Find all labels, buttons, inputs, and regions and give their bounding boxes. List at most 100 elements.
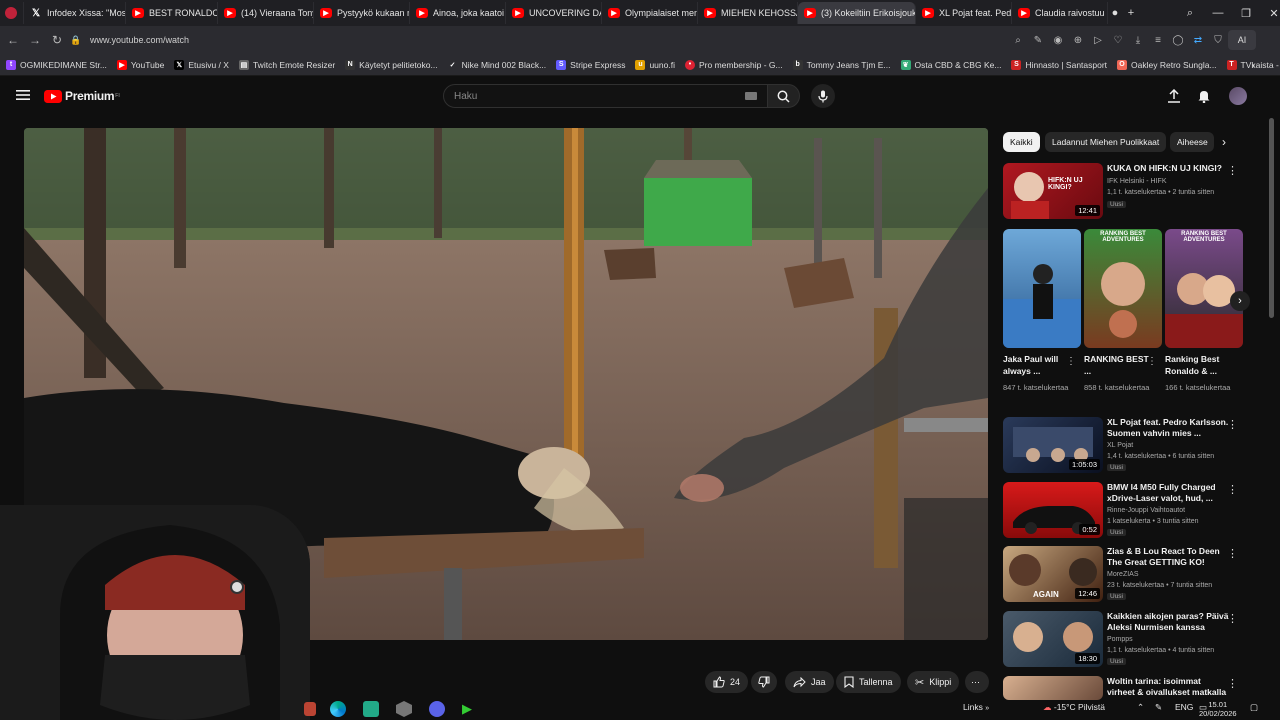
like-button[interactable]: 24 [705,671,749,693]
short-thumbnail[interactable] [1003,229,1081,348]
more-vertical-icon[interactable]: ⋮ [1227,612,1238,625]
bookmark-item[interactable]: b Tommy Jeans Tjm E... [792,59,891,70]
profile-icon[interactable]: ◯ [1168,30,1188,50]
short-title[interactable]: Jaka Paul will always ... [1003,353,1069,377]
bookmark-item[interactable]: ▶ YouTube [116,59,164,70]
chips-next-icon[interactable]: › [1222,135,1226,149]
youtube-premium-logo[interactable]: Premium FI [44,89,120,103]
more-vertical-icon[interactable]: ⋮ [1227,483,1238,496]
maximize-icon[interactable]: ❐ [1232,0,1260,26]
more-actions-button[interactable]: ⋯ [965,671,989,693]
recommended-video[interactable]: 18:30 Kaikkien aikojen paras? Päivä Alek… [1003,611,1248,669]
translate-icon[interactable]: ⇄ [1188,30,1208,50]
video-title[interactable]: XL Pojat feat. Pedro Karlsson. Suomen va… [1107,417,1231,439]
more-vertical-icon[interactable]: ⋮ [1227,164,1238,177]
short-title[interactable]: Ranking Best Ronaldo & ... [1165,353,1231,377]
taskbar-app-icon[interactable] [304,702,316,716]
more-vertical-icon[interactable]: ⋮ [1227,677,1238,690]
url-field[interactable]: www.youtube.com/watch [90,35,189,45]
reload-icon[interactable]: ↻ [46,29,68,51]
edit-icon[interactable]: ✎ [1028,30,1048,50]
browser-tab[interactable]: ▶ Olympialaiset menny [602,2,698,24]
site-info-icon[interactable]: 🔒 [68,29,84,51]
browser-tab[interactable]: ▶ (14) Vieraana Tony Sal [218,2,314,24]
app-icon[interactable] [363,701,379,717]
camera-icon[interactable]: ◉ [1048,30,1068,50]
browser-tab[interactable]: ▶ BEST RONALDO & M [126,2,218,24]
chip-uploader[interactable]: Ladannut Miehen Puolikkaat [1045,132,1167,152]
video-thumbnail[interactable]: 0:52 [1003,482,1103,538]
dislike-button[interactable] [751,671,777,693]
recommended-video[interactable]: Woltin tarina: isoimmat virheet & oivall… [1003,676,1248,700]
input-language[interactable]: ENG [1175,702,1193,712]
back-icon[interactable]: ← [2,29,24,51]
bookmark-item[interactable]: ❦ Osta CBD & CBG Ke... [900,59,1001,70]
channel-name[interactable]: XL Pojat [1107,442,1133,449]
video-title[interactable]: Kaikkien aikojen paras? Päivä Aleksi Nur… [1107,611,1231,633]
ai-icon[interactable]: AI [1228,30,1256,50]
browser-tab[interactable]: ▶ Claudia raivostuu pul [1012,2,1108,24]
search-input[interactable]: Haku [443,84,768,108]
download-icon[interactable]: ⤓ [1128,30,1148,50]
save-button[interactable]: Tallenna [836,671,901,693]
browser-tab[interactable]: ▶ Ainoa, joka kaatoi Ca [410,2,506,24]
browser-tab[interactable]: ▶ MIEHEN KEHOSSA OL [698,2,798,24]
extension-icon[interactable]: ⊕ [1068,30,1088,50]
search-tabs-icon[interactable]: ⌕ [1176,0,1204,26]
bookmark-item[interactable]: u uuno.fi [635,59,675,70]
new-tab-icon[interactable]: + [1122,0,1140,26]
channel-name[interactable]: MoreZIAS [1107,571,1139,578]
heart-icon[interactable]: ♡ [1108,30,1128,50]
more-vertical-icon[interactable]: ⋮ [1227,547,1238,560]
bookmark-item[interactable]: O Oakley Retro Sungla... [1117,59,1217,70]
video-thumbnail[interactable]: HIFK:N UJ KINGI? 12:41 [1003,163,1103,219]
close-icon[interactable]: ✕ [1260,0,1280,26]
pen-icon[interactable]: ✎ [1155,702,1162,713]
video-thumbnail[interactable]: 1:05:03 [1003,417,1103,473]
recommended-video[interactable]: 0:52 BMW I4 M50 Fully Charged xDrive-Las… [1003,482,1248,540]
share-button[interactable]: Jaa [785,671,834,693]
browser-tab[interactable]: ▶ UNCOVERING DARK [506,2,602,24]
video-title[interactable]: Woltin tarina: isoimmat virheet & oivall… [1107,676,1231,700]
more-vertical-icon[interactable]: ⋮ [1066,356,1076,367]
chip-related[interactable]: Aiheese [1170,132,1214,152]
upload-icon[interactable] [1167,88,1181,108]
bookmark-item[interactable]: ▤ Twitch Emote Resizer [238,59,335,70]
video-thumbnail[interactable] [1003,676,1103,700]
video-title[interactable]: KUKA ON HIFK:N UJ KINGI? [1107,163,1231,174]
play-app-icon[interactable]: ▶ [462,701,472,717]
shield-icon[interactable]: ⛉ [1208,30,1228,50]
bookmark-item[interactable]: ✓ Nike Mind 002 Black... [448,60,547,70]
chip-all[interactable]: Kaikki [1003,132,1040,152]
avatar[interactable] [1229,87,1247,105]
minimize-icon[interactable]: — [1204,0,1232,26]
weather-widget[interactable]: ☁ -15°C Pilvistä [1043,702,1105,713]
more-vertical-icon[interactable]: ⋮ [1147,356,1157,367]
edge-icon[interactable] [330,701,346,717]
bookmark-item[interactable]: 𝕏 Etusivu / X [174,59,229,70]
recommended-video[interactable]: 1:05:03 XL Pojat feat. Pedro Karlsson. S… [1003,417,1248,475]
voice-search-button[interactable] [811,84,835,108]
notifications-icon[interactable] [1197,89,1211,108]
bookmarks-more-icon[interactable]: › [1252,60,1255,70]
more-vertical-icon[interactable]: ⋮ [1227,418,1238,431]
search-button[interactable] [767,84,800,108]
short-thumbnail[interactable]: RANKING BEST ADVENTURES [1165,229,1243,348]
tray-expand-icon[interactable]: ⌃ [1137,702,1144,713]
bookmark-item[interactable]: t OGMIKEDIMANE Str... [6,59,107,70]
recommended-video[interactable]: HIFK:N UJ KINGI? 12:41 KUKA ON HIFK:N UJ… [1003,163,1248,221]
discord-icon[interactable] [429,701,445,717]
channel-name[interactable]: Pompps [1107,636,1133,643]
browser-tab-active[interactable]: ▶ (3) Kokeiltiin Erikoisjouk [798,2,916,24]
browser-menu-icon[interactable] [0,2,24,24]
channel-name[interactable]: IFK Helsinki - HIFK [1107,178,1167,185]
forward-icon[interactable]: → [24,29,46,51]
keyboard-icon[interactable] [745,92,757,100]
browser-tab[interactable]: ▶ Pystyykö kukaan nost [314,2,410,24]
short-title[interactable]: RANKING BEST ... [1084,353,1150,377]
bookmark-item[interactable]: N Käytetyt pelitietoko... [345,59,438,70]
short-thumbnail[interactable]: RANKING BEST ADVENTURES [1084,229,1162,348]
video-title[interactable]: BMW I4 M50 Fully Charged xDrive-Laser va… [1107,482,1231,504]
page-scrollbar[interactable] [1269,118,1274,318]
zoom-icon[interactable]: ⌕ [1008,30,1028,50]
